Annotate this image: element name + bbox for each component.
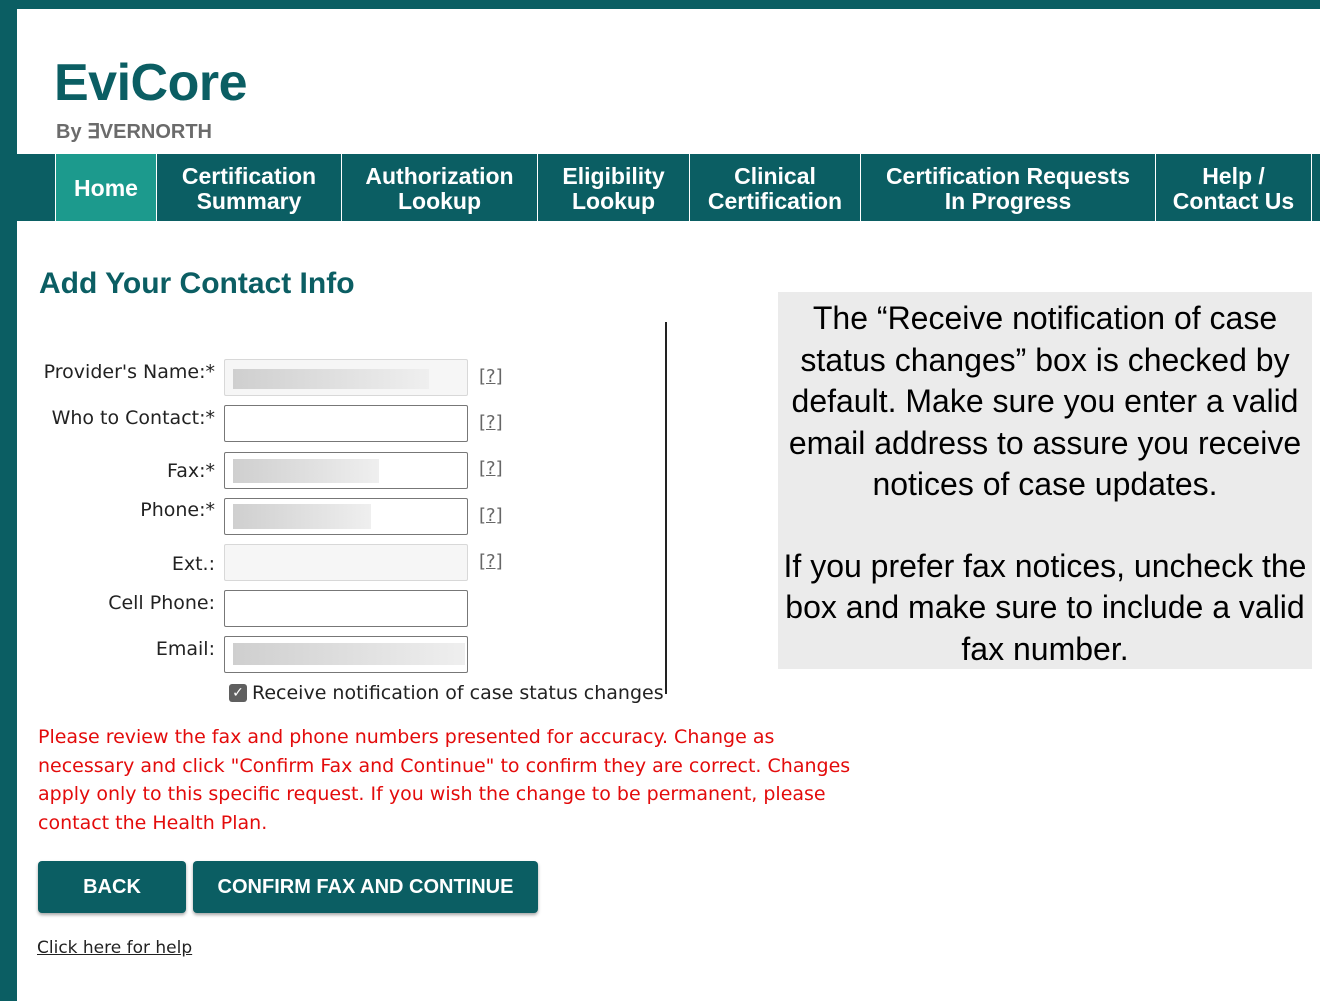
page: EviCore By ∃VERNORTH Home Certification … (17, 9, 1320, 1001)
phone-label: Phone:* (140, 499, 215, 521)
nav-label-line1: Clinical (734, 162, 816, 189)
back-button[interactable]: BACK (38, 861, 186, 913)
redacted-value (233, 369, 429, 389)
nav-spacer (17, 154, 56, 221)
main-nav: Home Certification Summary Authorization… (17, 154, 1320, 221)
callout-paragraph: If you prefer fax notices, uncheck the b… (783, 547, 1307, 667)
divider-line (665, 322, 667, 694)
provider-name-label: Provider's Name:* (43, 361, 215, 383)
redacted-value (233, 643, 465, 665)
provider-name-field (224, 359, 468, 396)
review-warning-text: Please review the fax and phone numbers … (38, 726, 851, 834)
nav-label-line2: Lookup (397, 187, 482, 214)
who-to-contact-label: Who to Contact:* (51, 407, 215, 429)
nav-label-line2: Certification (707, 187, 843, 214)
fax-label: Fax:* (167, 460, 215, 482)
nav-certification-requests-in-progress[interactable]: Certification Requests In Progress (861, 154, 1156, 221)
phone-help-link[interactable]: [?] (479, 505, 503, 526)
nav-label-line2: Summary (196, 187, 302, 214)
nav-home-label: Home (74, 175, 138, 201)
fax-help-link[interactable]: [?] (479, 458, 503, 479)
nav-label-line1: Eligibility (562, 162, 665, 189)
notification-checkbox[interactable]: ✓ (229, 684, 247, 702)
nav-certification-summary[interactable]: Certification Summary (157, 154, 342, 221)
help-link[interactable]: Click here for help (37, 938, 192, 958)
nav-authorization-lookup[interactable]: Authorization Lookup (342, 154, 538, 221)
provider-name-help-link[interactable]: [?] (479, 366, 503, 387)
who-to-contact-help-link[interactable]: [?] (479, 412, 503, 433)
redacted-value (233, 459, 379, 483)
nav-label-line2: Contact Us (1172, 187, 1295, 214)
cell-phone-label: Cell Phone: (108, 592, 215, 614)
fax-field[interactable] (224, 452, 468, 489)
callout-paragraph: The “Receive notification of case status… (788, 300, 1302, 502)
nav-label-line1: Certification Requests (885, 162, 1131, 189)
ext-help-link[interactable]: [?] (479, 551, 503, 572)
logo: EviCore (54, 54, 248, 112)
email-field[interactable] (224, 636, 468, 673)
nav-home[interactable]: Home (56, 154, 157, 221)
nav-eligibility-lookup[interactable]: Eligibility Lookup (538, 154, 690, 221)
nav-help-contact-us[interactable]: Help / Contact Us (1156, 154, 1312, 221)
ext-field[interactable] (224, 544, 468, 581)
logo-tagline: By ∃VERNORTH (56, 121, 212, 143)
cell-phone-field[interactable] (224, 590, 468, 627)
nav-label-line2: Lookup (571, 187, 656, 214)
who-to-contact-field[interactable] (224, 405, 468, 442)
instruction-callout: The “Receive notification of case status… (778, 292, 1312, 669)
notification-option[interactable]: ✓ Receive notification of case status ch… (229, 682, 664, 704)
ext-label: Ext.: (171, 553, 215, 575)
redacted-value (233, 504, 371, 529)
nav-clinical-certification[interactable]: Clinical Certification (690, 154, 861, 221)
nav-label-line1: Certification (181, 162, 317, 189)
nav-label-line1: Authorization (365, 162, 514, 189)
phone-field[interactable] (224, 498, 468, 535)
nav-label-line2: In Progress (944, 187, 1072, 214)
nav-label-line1: Help / (1202, 162, 1265, 189)
notification-checkbox-label: Receive notification of case status chan… (252, 682, 664, 704)
email-label: Email: (155, 638, 215, 660)
page-title: Add Your Contact Info (39, 267, 355, 300)
confirm-fax-continue-button[interactable]: CONFIRM FAX AND CONTINUE (193, 861, 538, 913)
